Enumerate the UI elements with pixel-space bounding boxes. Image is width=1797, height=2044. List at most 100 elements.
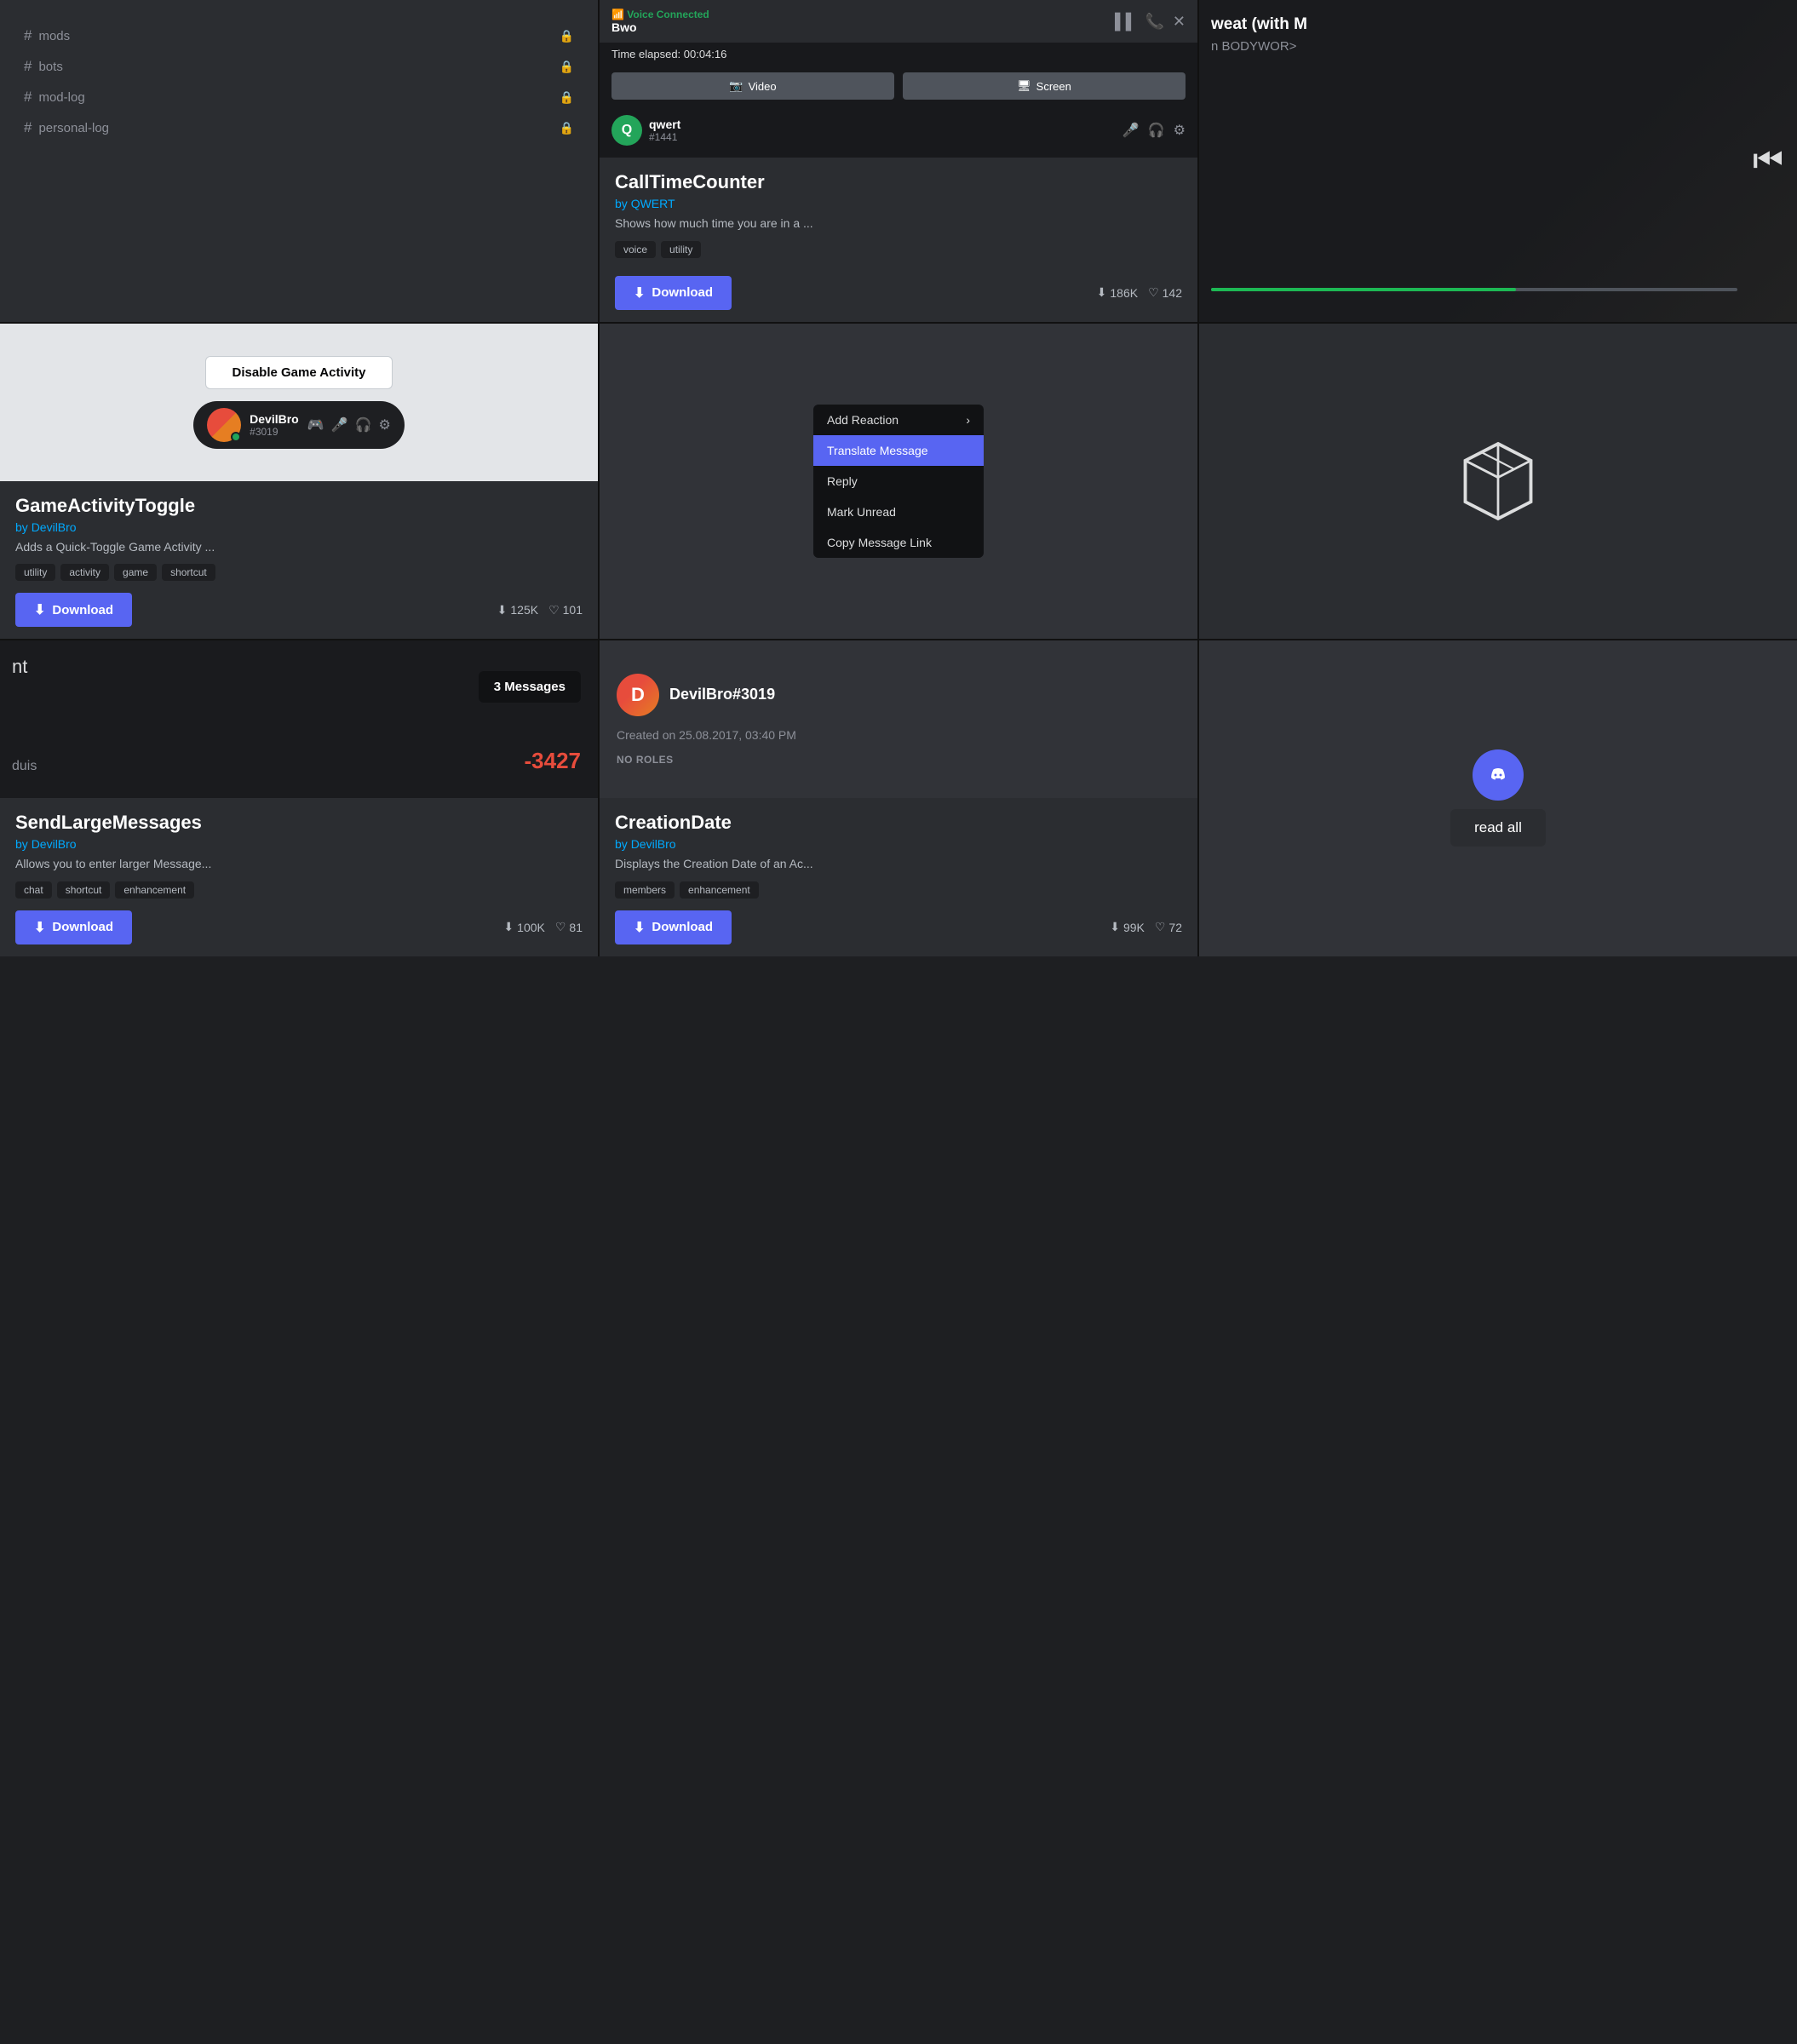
headphone-icon: 🎧 [1148,122,1165,139]
call-icon: 📞 [1145,13,1163,31]
plugin-name: CreationDate [615,812,1182,834]
avatar [1473,749,1524,801]
headphone-icon: 🎧 [355,416,372,433]
ctc-timer: Time elapsed: 00:04:16 [600,43,1197,66]
online-indicator [231,432,241,442]
slm-label: nt [12,656,27,678]
card-footer: ⬇ Download ⬇ 99K ♡ 72 [615,910,1182,944]
slm-number: -3427 [525,748,582,774]
channel-row: # mods 🔒 [24,24,574,48]
context-menu-item-reply: Reply [813,466,984,497]
tag: game [114,564,157,581]
plugin-name: GameActivityToggle [15,495,583,517]
download-stat: ⬇ 186K [1097,285,1138,300]
context-menu-item: Add Reaction › [813,405,984,435]
download-stat-icon: ⬇ [1097,285,1107,300]
card-game-activity-toggle: Disable Game Activity DevilBro #3019 🎮 🎤… [0,324,598,640]
download-button[interactable]: ⬇ Download [615,276,732,310]
like-stat: ♡ 81 [555,920,583,934]
download-button[interactable]: ⬇ Download [615,910,732,944]
stats: ⬇ 100K ♡ 81 [503,920,583,934]
card-preview: weat (with M n BODYWOR> ⏮ [1199,0,1797,322]
card-body: GameActivityToggle by DevilBro Adds a Qu… [0,481,598,640]
tags: voice utility [615,241,1182,258]
tag: enhancement [115,881,194,899]
progress-bar-fill [1211,288,1516,291]
plugin-author: by DevilBro [15,520,583,534]
context-menu-item-copy-link: Copy Message Link [813,527,984,558]
lock-icon: 🔒 [560,90,574,105]
channel-row: # bots 🔒 [24,55,574,78]
card-show-hidden-channels: # mods 🔒 # bots 🔒 # mod-log 🔒 # personal… [0,0,598,322]
card-read-all-notifications: read all ReadAllNotificationsB... by Dev… [1199,640,1797,956]
like-stat: ♡ 101 [548,603,583,617]
download-stat-icon: ⬇ [1110,920,1120,934]
plugin-name: SendLargeMessages [15,812,583,834]
download-button[interactable]: ⬇ Download [15,910,132,944]
avatar: D [617,674,659,716]
screen-button[interactable]: 🖥 Screen [903,72,1186,100]
download-button[interactable]: ⬇ Download [15,593,132,627]
plugin-desc: Shows how much time you are in a ... [615,215,1182,233]
download-icon: ⬇ [634,284,645,301]
avatar: Q [611,115,642,146]
stats: ⬇ 125K ♡ 101 [497,603,583,617]
ctc-buttons: 📷 Video 🖥 Screen [600,66,1197,106]
tag: enhancement [680,881,759,899]
heart-icon: ♡ [1155,920,1166,934]
tag: shortcut [162,564,215,581]
download-stat: ⬇ 100K [503,920,544,934]
card-footer: ⬇ Download ⬇ 125K ♡ 101 [15,593,583,627]
video-icon: 📷 [729,79,743,93]
plugin-desc: Allows you to enter larger Message... [15,856,583,873]
card-body: CallTimeCounter by QWERT Shows how much … [600,158,1197,322]
heart-icon: ♡ [548,603,560,617]
chevron-right-icon: › [966,413,970,427]
tags: members enhancement [615,881,1182,899]
slm-placeholder: duis [12,759,37,774]
tag: voice [615,241,656,258]
card-preview: read all [1199,640,1797,956]
gat-disable-button: Disable Game Activity [205,356,392,389]
card-preview: nt 3 Messages -3427 duis [0,640,598,798]
box-icon [1451,434,1545,528]
plugin-desc: Adds a Quick-Toggle Game Activity ... [15,539,583,556]
avatar [207,408,241,442]
plugin-author: by DevilBro [15,837,583,851]
video-button[interactable]: 📷 Video [611,72,894,100]
card-send-large-messages: nt 3 Messages -3427 duis SendLargeMessag… [0,640,598,956]
download-icon: ⬇ [34,919,45,936]
plugin-author: by DevilBro [615,837,1182,851]
spotify-subtitle: n BODYWOR> [1211,39,1296,54]
card-preview: 📶 Voice Connected Bwo ▌▌ 📞 ✕ Time elapse… [600,0,1197,158]
channel-row: # mod-log 🔒 [24,85,574,109]
context-menu: Add Reaction › Translate Message Reply M… [813,405,984,558]
heart-icon: ♡ [1148,285,1159,300]
skip-back-icon: ⏮ [1753,141,1783,180]
settings-icon: ⚙ [379,416,391,433]
plugin-grid: # mods 🔒 # bots 🔒 # mod-log 🔒 # personal… [0,0,1797,956]
progress-bar-bg [1211,288,1737,291]
sound-icon: ▌▌ [1115,13,1137,31]
ctc-header: 📶 Voice Connected Bwo ▌▌ 📞 ✕ [600,0,1197,43]
card-spotify-controls: weat (with M n BODYWOR> ⏮ SpotifyControl… [1199,0,1797,322]
tag: members [615,881,675,899]
tag: activity [60,564,109,581]
download-stat: ⬇ 99K [1110,920,1145,934]
spotify-title: weat (with M [1211,15,1307,34]
read-all-button: read all [1450,809,1546,847]
card-google-translate-option: Add Reaction › Translate Message Reply M… [600,324,1197,640]
download-icon: ⬇ [34,601,45,618]
like-stat: ♡ 142 [1148,285,1182,300]
card-creation-date: D DevilBro#3019 Created on 25.08.2017, 0… [600,640,1197,956]
like-stat: ♡ 72 [1155,920,1182,934]
stats: ⬇ 186K ♡ 142 [1097,285,1182,300]
card-footer: ⬇ Download ⬇ 100K ♡ 81 [15,910,583,944]
context-menu-item-translate: Translate Message [813,435,984,466]
gear-icon: ⚙ [1174,122,1186,139]
card-preview: # mods 🔒 # bots 🔒 # mod-log 🔒 # personal… [0,0,598,322]
card-preview: Disable Game Activity DevilBro #3019 🎮 🎤… [0,324,598,481]
screen-icon: 🖥 [1017,79,1031,93]
game-icon: 🎮 [307,416,324,433]
context-menu-item-mark-unread: Mark Unread [813,497,984,527]
